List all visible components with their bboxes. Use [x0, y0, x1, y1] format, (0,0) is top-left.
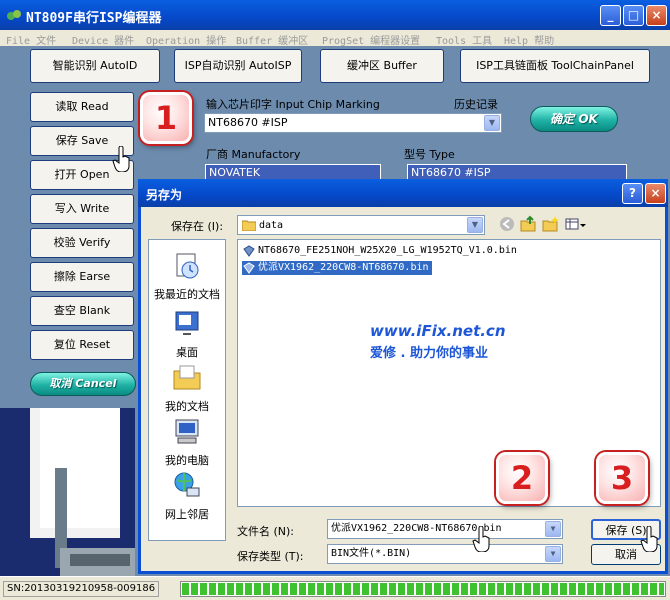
menu-operation[interactable]: Operation 操作 [146, 32, 226, 47]
menu-help[interactable]: Help 帮助 [504, 32, 554, 47]
hand-cursor-icon [112, 146, 130, 172]
place-network[interactable]: 网上邻居 [149, 470, 225, 522]
isp-toolchain-button[interactable]: ISP工具链面板 ToolChainPanel [460, 49, 650, 83]
dialog-close-button[interactable]: × [645, 183, 666, 204]
recent-documents-icon [176, 253, 199, 279]
write-button[interactable]: 写入 Write [30, 194, 134, 224]
new-folder-icon[interactable] [541, 215, 559, 233]
place-my-documents[interactable]: 我的文档 [149, 362, 225, 414]
up-folder-icon[interactable] [519, 215, 537, 233]
callout-1: 1 [140, 92, 192, 144]
bin-file-icon [243, 245, 255, 257]
erase-button[interactable]: 擦除 Earse [30, 262, 134, 292]
chevron-down-icon[interactable]: ▼ [467, 217, 483, 233]
cancel-main-button[interactable]: 取消 Cancel [30, 372, 136, 396]
blank-button[interactable]: 查空 Blank [30, 296, 134, 326]
serial-number: SN:20130319210958-009186 [3, 581, 160, 597]
save-as-dialog: 另存为 ? × 保存在 (I): data ▼ 我最近的文档 桌面 我的文档 我… [138, 179, 668, 574]
file-name: NT68670_FE251NOH_W25X20_LG_W1952TQ_V1.0.… [258, 245, 517, 256]
app-icon [7, 10, 21, 20]
close-window-button[interactable]: × [646, 5, 667, 26]
type-value: NT68670 #ISP [407, 164, 627, 180]
place-recent-label: 我最近的文档 [154, 288, 220, 301]
place-my-documents-label: 我的文档 [165, 400, 209, 413]
device-graphic [0, 408, 135, 576]
save-in-combo[interactable]: data ▼ [237, 215, 485, 235]
verify-button[interactable]: 校验 Verify [30, 228, 134, 258]
history-label: 历史记录 [454, 98, 498, 111]
progress-bar [180, 581, 666, 597]
menu-tools[interactable]: Tools 工具 [436, 32, 492, 47]
menu-device[interactable]: Device 器件 [72, 32, 134, 47]
minimize-button[interactable]: _ [600, 5, 621, 26]
menu-progset[interactable]: ProgSet 编程器设置 [322, 32, 420, 47]
buffer-button[interactable]: 缓冲区 Buffer [320, 49, 444, 83]
menu-file[interactable]: File 文件 [6, 32, 56, 47]
desktop-icon [175, 311, 199, 335]
chip-marking-value: NT68670 #ISP [208, 116, 288, 129]
place-recent[interactable]: 我最近的文档 [149, 250, 225, 302]
help-button[interactable]: ? [622, 183, 643, 204]
reset-button[interactable]: 复位 Reset [30, 330, 134, 360]
statusbar: SN:20130319210958-009186 [0, 576, 670, 600]
filetype-label: 保存类型 (T): [237, 550, 304, 563]
watermark-slogan: 爱修 . 助力你的事业 [370, 346, 488, 361]
product-image [0, 408, 135, 576]
hand-cursor-icon [640, 526, 658, 552]
place-desktop[interactable]: 桌面 [149, 308, 225, 360]
main-titlebar[interactable]: NT809F串行ISP编程器 _ □ × [0, 0, 670, 30]
callout-2: 2 [496, 452, 548, 504]
auto-id-button[interactable]: 智能识别 AutoID [30, 49, 160, 83]
filename-input[interactable]: 优派VX1962_220CW8-NT68670.bin ▼ [327, 519, 563, 539]
place-my-computer-label: 我的电脑 [165, 454, 209, 467]
chip-marking-label: 输入芯片印字 Input Chip Marking [206, 98, 380, 111]
chevron-down-icon[interactable]: ▼ [484, 115, 500, 131]
places-bar: 我最近的文档 桌面 我的文档 我的电脑 网上邻居 [148, 239, 226, 541]
file-name: 优派VX1962_220CW8-NT68670.bin [258, 262, 429, 273]
filetype-value: BIN文件(*.BIN) [331, 548, 412, 559]
manufactory-label: 厂商 Manufactory [206, 148, 301, 161]
window-title: NT809F串行ISP编程器 [26, 11, 162, 26]
menubar: File 文件 Device 器件 Operation 操作 Buffer 缓冲… [0, 30, 670, 47]
place-my-computer[interactable]: 我的电脑 [149, 416, 225, 468]
type-label: 型号 Type [404, 148, 455, 161]
place-network-label: 网上邻居 [165, 508, 209, 521]
dialog-titlebar[interactable]: 另存为 ? × [138, 179, 668, 207]
my-computer-icon [175, 419, 199, 444]
maximize-button[interactable]: □ [623, 5, 644, 26]
progress-fill [182, 583, 664, 595]
my-documents-icon [173, 365, 201, 390]
network-places-icon [174, 472, 200, 497]
ok-button[interactable]: 确定 OK [530, 106, 618, 132]
callout-3: 3 [596, 452, 648, 504]
hand-cursor-icon [472, 526, 490, 552]
save-in-label: 保存在 (I): [171, 220, 224, 233]
file-item-selected[interactable]: 优派VX1962_220CW8-NT68670.bin [242, 261, 432, 275]
watermark-url: www.iFix.net.cn [370, 322, 506, 340]
manufactory-value: NOVATEK [205, 164, 381, 180]
chip-marking-combo[interactable]: NT68670 #ISP ▼ [204, 113, 502, 133]
file-item[interactable]: NT68670_FE251NOH_W25X20_LG_W1952TQ_V1.0.… [242, 244, 520, 258]
dialog-title: 另存为 [146, 188, 183, 202]
menu-buffer[interactable]: Buffer 缓冲区 [236, 32, 308, 47]
folder-icon [242, 220, 256, 231]
chevron-down-icon[interactable]: ▼ [545, 546, 561, 562]
dialog-body: 保存在 (I): data ▼ 我最近的文档 桌面 我的文档 我的电脑 网上邻居… [141, 207, 665, 571]
filename-label: 文件名 (N): [237, 525, 295, 538]
place-desktop-label: 桌面 [176, 346, 198, 359]
view-menu-icon[interactable] [564, 215, 586, 233]
auto-isp-button[interactable]: ISP自动识别 AutoISP [174, 49, 302, 83]
filetype-select[interactable]: BIN文件(*.BIN) ▼ [327, 544, 563, 564]
back-icon[interactable] [498, 215, 516, 233]
read-button[interactable]: 读取 Read [30, 92, 134, 122]
bin-file-icon [243, 262, 255, 274]
chevron-down-icon[interactable]: ▼ [545, 521, 561, 537]
